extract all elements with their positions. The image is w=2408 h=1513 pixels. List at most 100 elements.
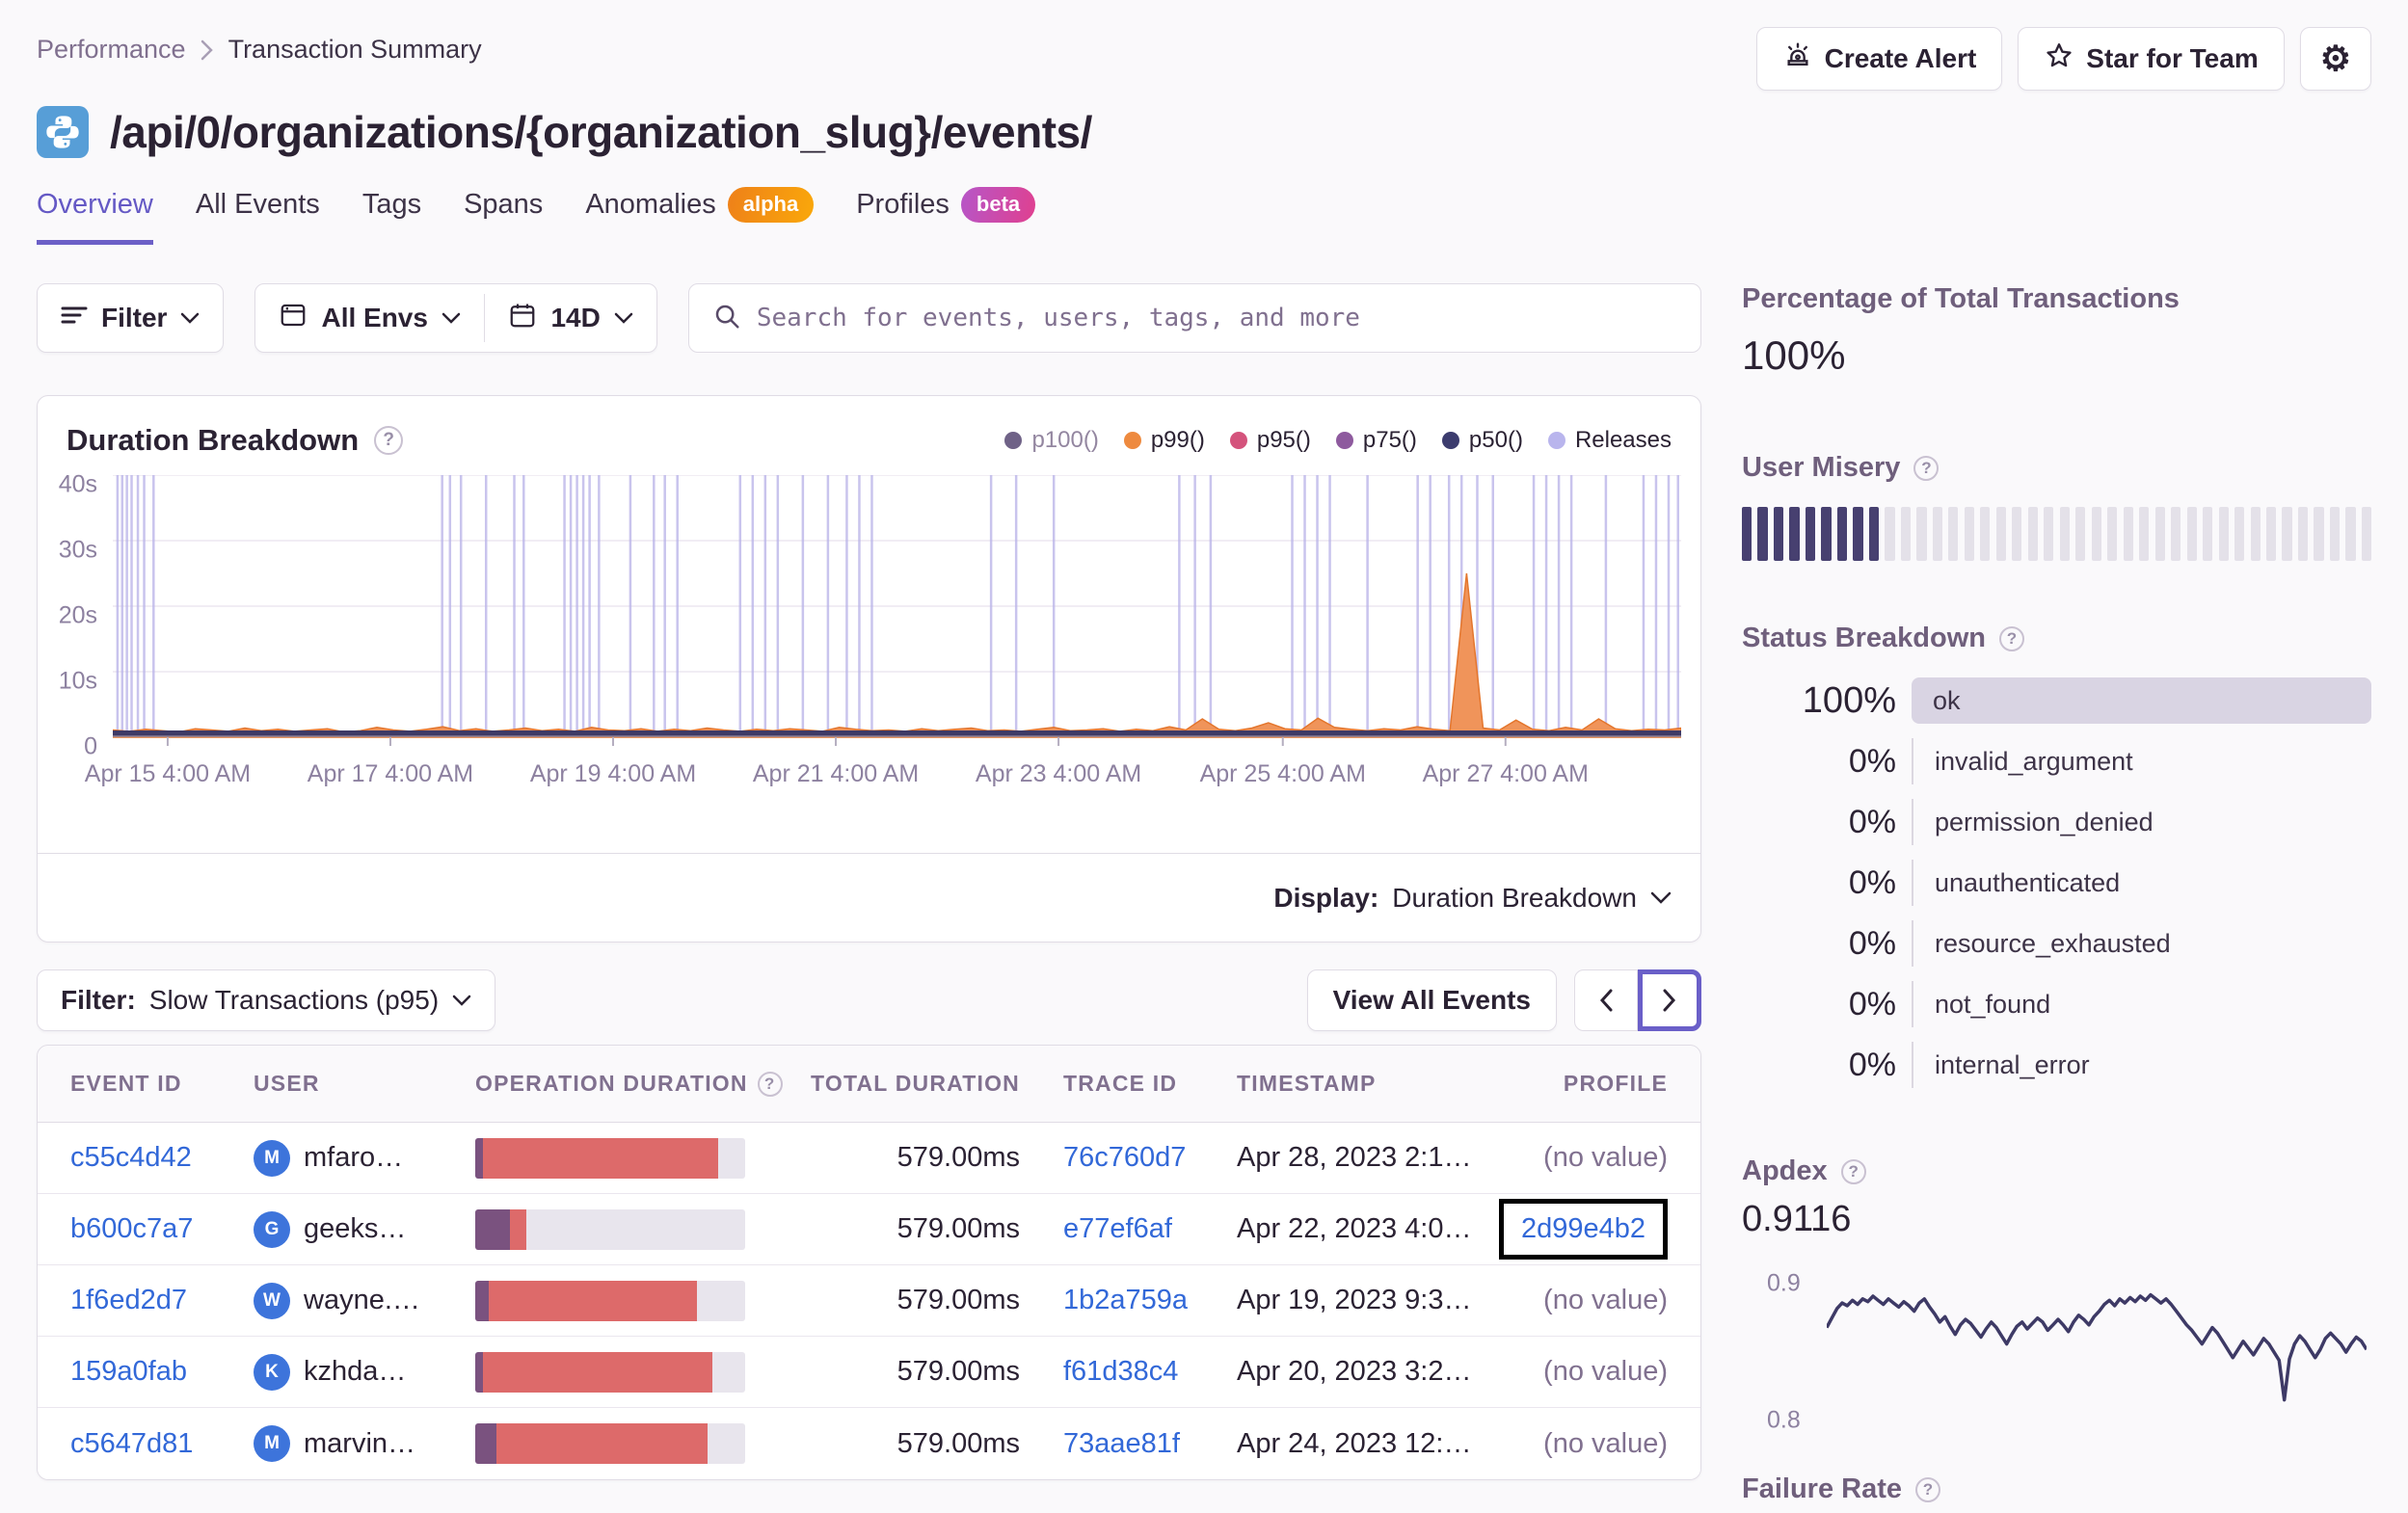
misery-tick (1885, 507, 1895, 561)
avatar: K (254, 1353, 290, 1391)
operation-duration-bar (475, 1137, 745, 1179)
events-filter-dropdown[interactable]: Filter: Slow Transactions (p95) (37, 969, 496, 1031)
breadcrumb-performance[interactable]: Performance (37, 35, 186, 65)
legend-label: p95() (1256, 427, 1311, 453)
tab-label: Tags (361, 189, 422, 220)
legend-item-p99[interactable]: p99() (1123, 427, 1205, 454)
table-body: c55c4d42 Mmfaro… 579.00ms 76c760d7 Apr 28, 2… (38, 1123, 1700, 1479)
misery-tick (1948, 507, 1959, 561)
event-id-link[interactable]: c55c4d42 (70, 1142, 192, 1174)
misery-tick (1868, 507, 1880, 561)
event-id-link[interactable]: c5647d81 (70, 1428, 193, 1460)
help-icon[interactable]: ? (374, 426, 404, 455)
timestamp: Apr 22, 2023 4:0… (1237, 1213, 1472, 1244)
filter-dropdown[interactable]: Filter (37, 283, 225, 353)
legend-item-p95[interactable]: p95() (1229, 427, 1311, 454)
user-name: marvin… (304, 1427, 416, 1459)
status-percent: 0% (1848, 863, 1896, 901)
trace-id-link[interactable]: 73aae81f (1063, 1428, 1180, 1460)
event-id-link[interactable]: 1f6ed2d7 (70, 1285, 187, 1316)
tab-label: Overview (37, 189, 153, 220)
profile-link[interactable]: 2d99e4b2 (1521, 1213, 1645, 1244)
y-tick-label: 0 (84, 732, 97, 760)
misery-tick (1932, 507, 1942, 561)
main-column: Filter All Envs 14D Search for events, u… (37, 283, 1701, 1480)
display-dropdown[interactable]: Duration Breakdown (1392, 883, 1672, 914)
page-title: /api/0/organizations/{organization_slug}… (110, 107, 1092, 157)
user-misery-heading: User Misery ? (1742, 452, 2371, 484)
next-page-button[interactable] (1638, 969, 1701, 1031)
environment-dropdown[interactable]: All Envs (255, 284, 483, 352)
tab-spans[interactable]: Spans (464, 187, 543, 245)
display-label: Display: (1273, 882, 1379, 913)
column-trace-id: Trace ID (1063, 1071, 1178, 1096)
legend-item-p100[interactable]: p100() (1004, 427, 1099, 454)
total-duration: 579.00ms (896, 1427, 1020, 1459)
status-label: resource_exhausted (1912, 920, 2371, 967)
column-profile: Profile (1563, 1071, 1668, 1096)
status-label: invalid_argument (1912, 738, 2371, 784)
settings-button[interactable]: ⚙ (2299, 27, 2371, 91)
status-row-invalid_argument: 0% invalid_argument (1742, 738, 2371, 784)
create-alert-button[interactable]: Create Alert (1755, 27, 2003, 91)
operation-duration-bar (475, 1423, 745, 1464)
help-icon[interactable]: ? (757, 1071, 783, 1097)
trace-id-link[interactable]: 1b2a759a (1063, 1285, 1188, 1316)
misery-tick (2361, 507, 2372, 561)
apdex-sparkline-svg (1827, 1292, 2367, 1402)
operation-duration-bar (475, 1280, 745, 1321)
x-tick-label: Apr 27 4:00 AM (1422, 760, 1589, 787)
tab-anomalies[interactable]: Anomalies alpha (585, 187, 815, 245)
search-input[interactable] (756, 304, 1677, 332)
date-range-dropdown[interactable]: 14D (485, 284, 656, 352)
pagination (1574, 969, 1701, 1031)
legend-item-p50[interactable]: p50() (1441, 427, 1523, 454)
event-id-link[interactable]: b600c7a7 (70, 1213, 193, 1245)
help-icon[interactable]: ? (1913, 455, 1940, 481)
create-alert-label: Create Alert (1824, 43, 1977, 73)
trace-id-link[interactable]: 76c760d7 (1063, 1142, 1186, 1174)
events-filter-value: Slow Transactions (p95) (148, 985, 440, 1015)
tab-overview[interactable]: Overview (37, 187, 153, 245)
previous-page-button[interactable] (1574, 969, 1638, 1031)
help-icon[interactable]: ? (1999, 625, 2024, 651)
view-all-events-button[interactable]: View All Events (1306, 969, 1557, 1031)
avatar: M (254, 1425, 290, 1462)
tab-label: Spans (464, 189, 544, 220)
breadcrumb: Performance Transaction Summary (37, 35, 482, 65)
tab-profiles[interactable]: Profiles beta (856, 187, 1036, 245)
status-label: ok (1912, 677, 2371, 724)
legend-dot (1335, 432, 1353, 449)
duration-chart-svg (112, 474, 1682, 746)
event-id-link[interactable]: 159a0fab (70, 1356, 187, 1388)
misery-tick (1836, 507, 1848, 561)
misery-tick (1773, 507, 1784, 561)
x-tick-label: Apr 23 4:00 AM (975, 760, 1142, 787)
status-breakdown-heading: Status Breakdown ? (1742, 623, 2371, 654)
misery-tick (2218, 507, 2229, 561)
timestamp: Apr 19, 2023 9:3… (1237, 1285, 1472, 1315)
misery-tick (2265, 507, 2277, 561)
star-for-team-button[interactable]: Star for Team (2018, 27, 2285, 91)
legend-item-p75[interactable]: p75() (1335, 427, 1417, 454)
misery-tick (1821, 507, 1832, 561)
table-row: 159a0fab Kkzhda… 579.00ms f61d38c4 Apr 20, 2… (38, 1337, 1700, 1408)
trace-id-link[interactable]: e77ef6af (1063, 1213, 1172, 1245)
status-row-not_found: 0% not_found (1742, 981, 2371, 1027)
help-icon[interactable]: ? (1915, 1476, 1940, 1502)
tab-tags[interactable]: Tags (362, 187, 421, 245)
legend-item-Releases[interactable]: Releases (1547, 427, 1672, 454)
total-duration: 579.00ms (896, 1213, 1020, 1244)
pct-total-heading: Percentage of Total Transactions (1742, 283, 2180, 314)
total-duration: 579.00ms (896, 1142, 1020, 1173)
status-row-permission_denied: 0% permission_denied (1742, 799, 2371, 845)
tab-label: All Events (195, 189, 320, 220)
tab-all-events[interactable]: All Events (196, 187, 320, 245)
chevron-down-icon (181, 312, 200, 324)
tab-label: Anomalies (585, 189, 716, 220)
help-icon[interactable]: ? (1840, 1158, 1866, 1184)
trace-id-link[interactable]: f61d38c4 (1063, 1356, 1178, 1388)
timestamp: Apr 28, 2023 2:1… (1237, 1142, 1472, 1173)
table-header: Event ID User Operation Duration ? Total… (38, 1046, 1700, 1123)
misery-tick (2329, 507, 2341, 561)
